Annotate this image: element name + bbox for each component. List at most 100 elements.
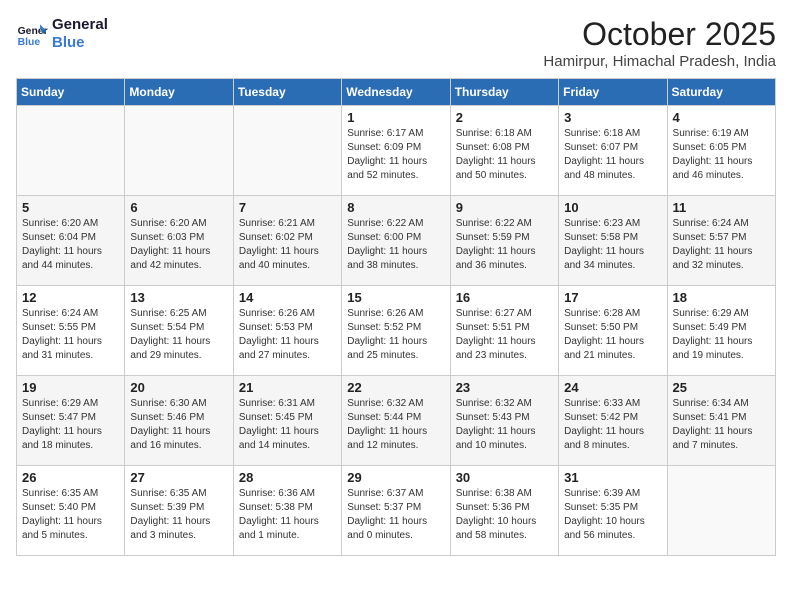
day-number: 27 xyxy=(130,470,227,485)
day-number: 17 xyxy=(564,290,661,305)
day-info: Sunrise: 6:23 AM Sunset: 5:58 PM Dayligh… xyxy=(564,217,661,273)
day-info: Sunrise: 6:18 AM Sunset: 6:07 PM Dayligh… xyxy=(564,127,661,183)
day-number: 4 xyxy=(673,110,770,125)
calendar-cell: 4 Sunrise: 6:19 AM Sunset: 6:05 PM Daylig… xyxy=(667,106,775,196)
day-header-wednesday: Wednesday xyxy=(342,79,450,106)
day-number: 20 xyxy=(130,380,227,395)
day-info: Sunrise: 6:35 AM Sunset: 5:40 PM Dayligh… xyxy=(22,487,119,543)
day-number: 9 xyxy=(456,200,553,215)
day-info: Sunrise: 6:26 AM Sunset: 5:53 PM Dayligh… xyxy=(239,307,336,363)
logo-general: General xyxy=(52,16,108,34)
day-info: Sunrise: 6:27 AM Sunset: 5:51 PM Dayligh… xyxy=(456,307,553,363)
calendar-cell: 20 Sunrise: 6:30 AM Sunset: 5:46 PM Dayli… xyxy=(125,376,233,466)
day-info: Sunrise: 6:26 AM Sunset: 5:52 PM Dayligh… xyxy=(347,307,444,363)
day-number: 5 xyxy=(22,200,119,215)
day-header-tuesday: Tuesday xyxy=(233,79,341,106)
calendar-cell: 17 Sunrise: 6:28 AM Sunset: 5:50 PM Dayli… xyxy=(559,286,667,376)
day-number: 23 xyxy=(456,380,553,395)
day-number: 8 xyxy=(347,200,444,215)
day-number: 30 xyxy=(456,470,553,485)
day-number: 6 xyxy=(130,200,227,215)
day-number: 22 xyxy=(347,380,444,395)
day-number: 10 xyxy=(564,200,661,215)
calendar-cell: 5 Sunrise: 6:20 AM Sunset: 6:04 PM Daylig… xyxy=(17,196,125,286)
day-info: Sunrise: 6:19 AM Sunset: 6:05 PM Dayligh… xyxy=(673,127,770,183)
calendar-cell: 15 Sunrise: 6:26 AM Sunset: 5:52 PM Dayli… xyxy=(342,286,450,376)
day-number: 3 xyxy=(564,110,661,125)
title-block: October 2025 Hamirpur, Himachal Pradesh,… xyxy=(543,16,776,70)
day-number: 31 xyxy=(564,470,661,485)
calendar-cell: 13Sunrise: 6:25 AM Sunset: 5:54 PM Dayli… xyxy=(125,286,233,376)
page-header: General Blue General Blue October 2025 H… xyxy=(16,16,776,70)
calendar-cell: 26 Sunrise: 6:35 AM Sunset: 5:40 PM Dayli… xyxy=(17,466,125,556)
calendar-cell: 11 Sunrise: 6:24 AM Sunset: 5:57 PM Dayli… xyxy=(667,196,775,286)
day-info: Sunrise: 6:37 AM Sunset: 5:37 PM Dayligh… xyxy=(347,487,444,543)
day-header-saturday: Saturday xyxy=(667,79,775,106)
day-number: 12 xyxy=(22,290,119,305)
day-info: Sunrise: 6:39 AM Sunset: 5:35 PM Dayligh… xyxy=(564,487,661,543)
calendar-cell: 9 Sunrise: 6:22 AM Sunset: 5:59 PM Daylig… xyxy=(450,196,558,286)
logo-blue: Blue xyxy=(52,34,108,52)
day-number: 18 xyxy=(673,290,770,305)
day-info: Sunrise: 6:36 AM Sunset: 5:38 PM Dayligh… xyxy=(239,487,336,543)
day-info: Sunrise: 6:22 AM Sunset: 5:59 PM Dayligh… xyxy=(456,217,553,273)
day-info: Sunrise: 6:20 AM Sunset: 6:04 PM Dayligh… xyxy=(22,217,119,273)
calendar-cell: 1 Sunrise: 6:17 AM Sunset: 6:09 PM Daylig… xyxy=(342,106,450,196)
day-number: 13 xyxy=(130,290,227,305)
calendar-cell: 30 Sunrise: 6:38 AM Sunset: 5:36 PM Dayli… xyxy=(450,466,558,556)
day-info: Sunrise: 6:33 AM Sunset: 5:42 PM Dayligh… xyxy=(564,397,661,453)
day-info: Sunrise: 6:29 AM Sunset: 5:47 PM Dayligh… xyxy=(22,397,119,453)
logo: General Blue General Blue xyxy=(16,16,108,52)
day-number: 7 xyxy=(239,200,336,215)
day-info: Sunrise: 6:29 AM Sunset: 5:49 PM Dayligh… xyxy=(673,307,770,363)
calendar-cell: 21 Sunrise: 6:31 AM Sunset: 5:45 PM Dayli… xyxy=(233,376,341,466)
day-info: Sunrise: 6:28 AM Sunset: 5:50 PM Dayligh… xyxy=(564,307,661,363)
logo-icon: General Blue xyxy=(16,18,48,50)
day-info: Sunrise: 6:34 AM Sunset: 5:41 PM Dayligh… xyxy=(673,397,770,453)
svg-text:Blue: Blue xyxy=(18,37,41,48)
calendar-table: SundayMondayTuesdayWednesdayThursdayFrid… xyxy=(16,78,776,556)
day-number: 11 xyxy=(673,200,770,215)
calendar-cell: 25Sunrise: 6:34 AM Sunset: 5:41 PM Dayli… xyxy=(667,376,775,466)
calendar-cell: 31 Sunrise: 6:39 AM Sunset: 5:35 PM Dayli… xyxy=(559,466,667,556)
calendar-cell: 16 Sunrise: 6:27 AM Sunset: 5:51 PM Dayli… xyxy=(450,286,558,376)
calendar-cell: 24 Sunrise: 6:33 AM Sunset: 5:42 PM Dayli… xyxy=(559,376,667,466)
day-info: Sunrise: 6:32 AM Sunset: 5:44 PM Dayligh… xyxy=(347,397,444,453)
day-number: 16 xyxy=(456,290,553,305)
day-number: 2 xyxy=(456,110,553,125)
calendar-cell: 18 Sunrise: 6:29 AM Sunset: 5:49 PM Dayli… xyxy=(667,286,775,376)
location: Hamirpur, Himachal Pradesh, India xyxy=(543,53,776,70)
calendar-cell: 29Sunrise: 6:37 AM Sunset: 5:37 PM Dayli… xyxy=(342,466,450,556)
day-number: 26 xyxy=(22,470,119,485)
day-info: Sunrise: 6:30 AM Sunset: 5:46 PM Dayligh… xyxy=(130,397,227,453)
calendar-cell: 10 Sunrise: 6:23 AM Sunset: 5:58 PM Dayli… xyxy=(559,196,667,286)
day-info: Sunrise: 6:17 AM Sunset: 6:09 PM Dayligh… xyxy=(347,127,444,183)
day-info: Sunrise: 6:24 AM Sunset: 5:57 PM Dayligh… xyxy=(673,217,770,273)
calendar-cell xyxy=(667,466,775,556)
calendar-cell: 23 Sunrise: 6:32 AM Sunset: 5:43 PM Dayli… xyxy=(450,376,558,466)
day-info: Sunrise: 6:24 AM Sunset: 5:55 PM Dayligh… xyxy=(22,307,119,363)
calendar-cell: 19Sunrise: 6:29 AM Sunset: 5:47 PM Dayli… xyxy=(17,376,125,466)
calendar-cell: 22 Sunrise: 6:32 AM Sunset: 5:44 PM Dayli… xyxy=(342,376,450,466)
day-number: 15 xyxy=(347,290,444,305)
day-header-friday: Friday xyxy=(559,79,667,106)
day-number: 1 xyxy=(347,110,444,125)
day-info: Sunrise: 6:22 AM Sunset: 6:00 PM Dayligh… xyxy=(347,217,444,273)
day-number: 21 xyxy=(239,380,336,395)
day-header-sunday: Sunday xyxy=(17,79,125,106)
day-info: Sunrise: 6:32 AM Sunset: 5:43 PM Dayligh… xyxy=(456,397,553,453)
day-info: Sunrise: 6:38 AM Sunset: 5:36 PM Dayligh… xyxy=(456,487,553,543)
day-info: Sunrise: 6:20 AM Sunset: 6:03 PM Dayligh… xyxy=(130,217,227,273)
day-info: Sunrise: 6:35 AM Sunset: 5:39 PM Dayligh… xyxy=(130,487,227,543)
calendar-cell: 6 Sunrise: 6:20 AM Sunset: 6:03 PM Daylig… xyxy=(125,196,233,286)
calendar-cell xyxy=(233,106,341,196)
day-header-thursday: Thursday xyxy=(450,79,558,106)
calendar-cell: 14Sunrise: 6:26 AM Sunset: 5:53 PM Dayli… xyxy=(233,286,341,376)
day-info: Sunrise: 6:18 AM Sunset: 6:08 PM Dayligh… xyxy=(456,127,553,183)
day-number: 24 xyxy=(564,380,661,395)
day-info: Sunrise: 6:31 AM Sunset: 5:45 PM Dayligh… xyxy=(239,397,336,453)
calendar-cell: 28Sunrise: 6:36 AM Sunset: 5:38 PM Dayli… xyxy=(233,466,341,556)
calendar-cell xyxy=(17,106,125,196)
calendar-cell: 2 Sunrise: 6:18 AM Sunset: 6:08 PM Daylig… xyxy=(450,106,558,196)
calendar-cell: 8 Sunrise: 6:22 AM Sunset: 6:00 PM Daylig… xyxy=(342,196,450,286)
